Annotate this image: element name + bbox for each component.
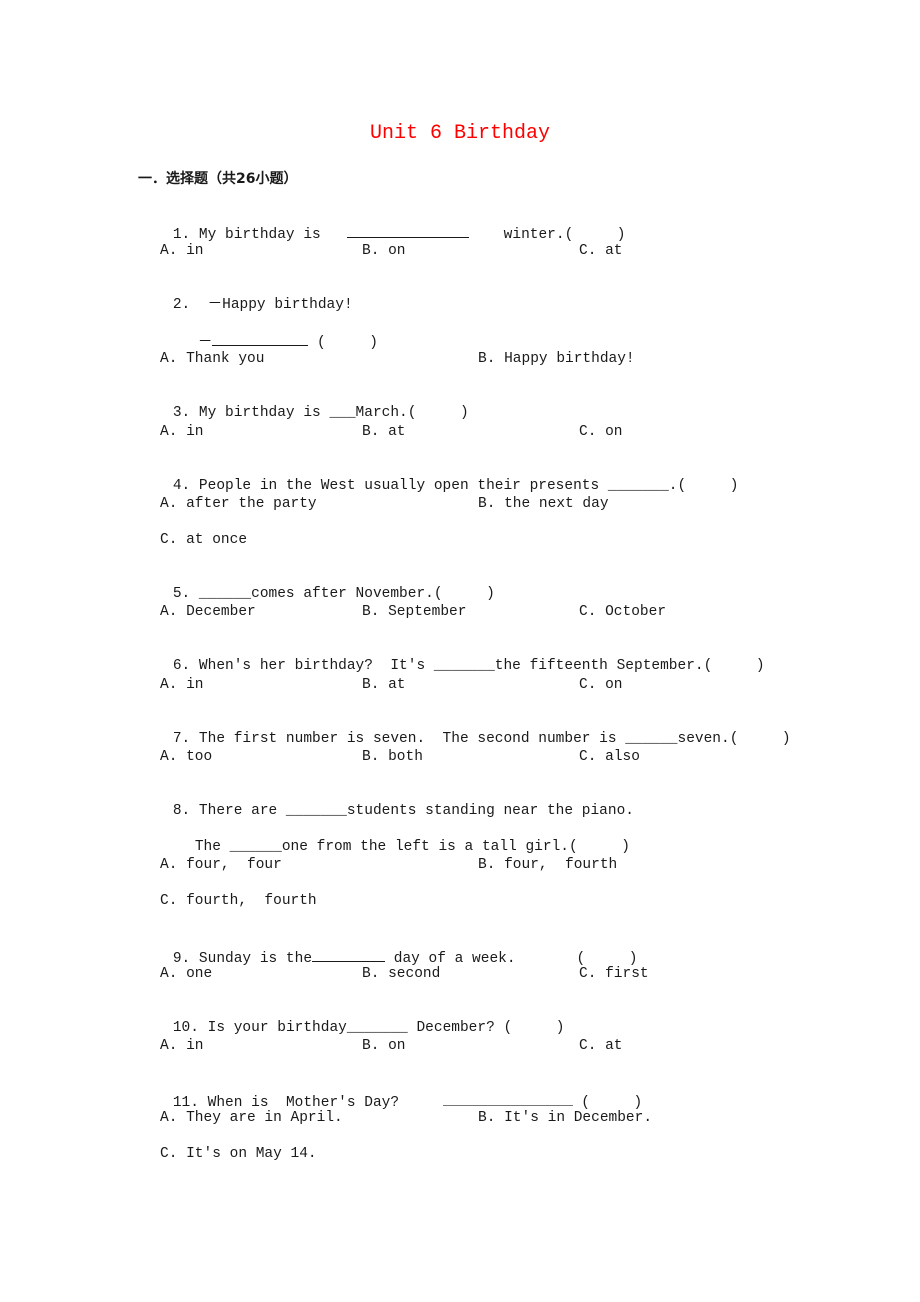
answer-paren: ( ) [568,839,630,855]
option-a: A. four, four [160,857,282,873]
question-text: When's her birthday? It's _______the fif… [198,658,704,674]
option-a: A. too [160,749,213,765]
option-b: B. September [362,604,467,620]
section-heading: 一．选择题（共26小题） [138,171,298,187]
option-a: A. in [160,424,204,440]
question-number: 10. [172,1020,199,1036]
option-b: B. at [362,424,406,440]
dash: － [197,335,213,351]
question-text: －Happy birthday! [207,297,353,313]
option-b: B. both [362,749,423,765]
question-number: 3. [172,405,191,421]
option-a: A. in [160,677,204,693]
question-6: 6. When's her birthday? It's _______the … [138,639,765,693]
option-c: C. It's on May 14. [160,1146,317,1162]
question-7: 7. The first number is seven. The second… [138,712,791,766]
answer-paren: ( ) [677,478,739,494]
question-text: ______comes after November. [198,586,434,602]
document-title: Unit 6 Birthday [369,122,551,145]
answer-paren: ( ) [317,335,378,351]
question-text: My birthday is [198,227,321,243]
option-c: C. fourth, fourth [160,893,317,909]
option-c: C. October [579,604,667,620]
question-number: 5. [172,586,191,602]
answer-blank [346,223,469,238]
option-b: B. the next day [478,496,609,512]
option-b: B. four, fourth [478,857,618,873]
document-page: Unit 6 Birthday 一．选择题（共26小题） 1. My birth… [0,0,920,1302]
option-a: A. in [160,243,204,259]
question-text: The first number is seven. The second nu… [198,731,730,747]
question-number: 8. [172,803,191,819]
question-text: There are _______students standing near … [198,803,634,819]
option-c: C. on [579,677,623,693]
question-text: Sunday is the [198,951,313,967]
answer-blank [212,331,309,346]
option-c: C. also [579,749,640,765]
question-text: People in the West usually open their pr… [198,478,678,494]
option-b: B. on [362,243,406,259]
option-b: B. Happy birthday! [478,351,635,367]
option-a: A. one [160,966,213,982]
option-a: A. after the party [160,496,317,512]
option-a: A. They are in April. [160,1110,343,1126]
option-b: B. at [362,677,406,693]
option-c: C. at [579,243,623,259]
option-b: B. on [362,1038,406,1054]
option-a: A. Thank you [160,351,265,367]
answer-paren: ( ) [729,731,791,747]
question-text: winter. [503,227,565,243]
question-text: The ______one from the left is a tall gi… [194,839,569,855]
answer-paren: ( ) [407,405,469,421]
answer-paren: ( ) [503,1020,565,1036]
option-b: B. It's in December. [478,1110,653,1126]
answer-paren: ( ) [703,658,765,674]
option-a: A. in [160,1038,204,1054]
option-c: C. at [579,1038,623,1054]
question-number: 2. [172,297,191,313]
answer-paren: ( ) [433,586,495,602]
answer-paren: ( ) [564,227,626,243]
option-b: B. second [362,966,441,982]
question-number: 4. [172,478,191,494]
option-a: A. December [160,604,256,620]
question-text: Is your birthday_______ December? [207,1020,495,1036]
option-c: C. at once [160,532,248,548]
answer-blank [312,947,386,962]
option-c: C. on [579,424,623,440]
question-number: 1. [172,227,191,243]
answer-blank [442,1091,573,1106]
question-number: 7. [172,731,191,747]
question-text: My birthday is ___March. [198,405,408,421]
question-number: 6. [172,658,191,674]
option-c: C. first [579,966,649,982]
